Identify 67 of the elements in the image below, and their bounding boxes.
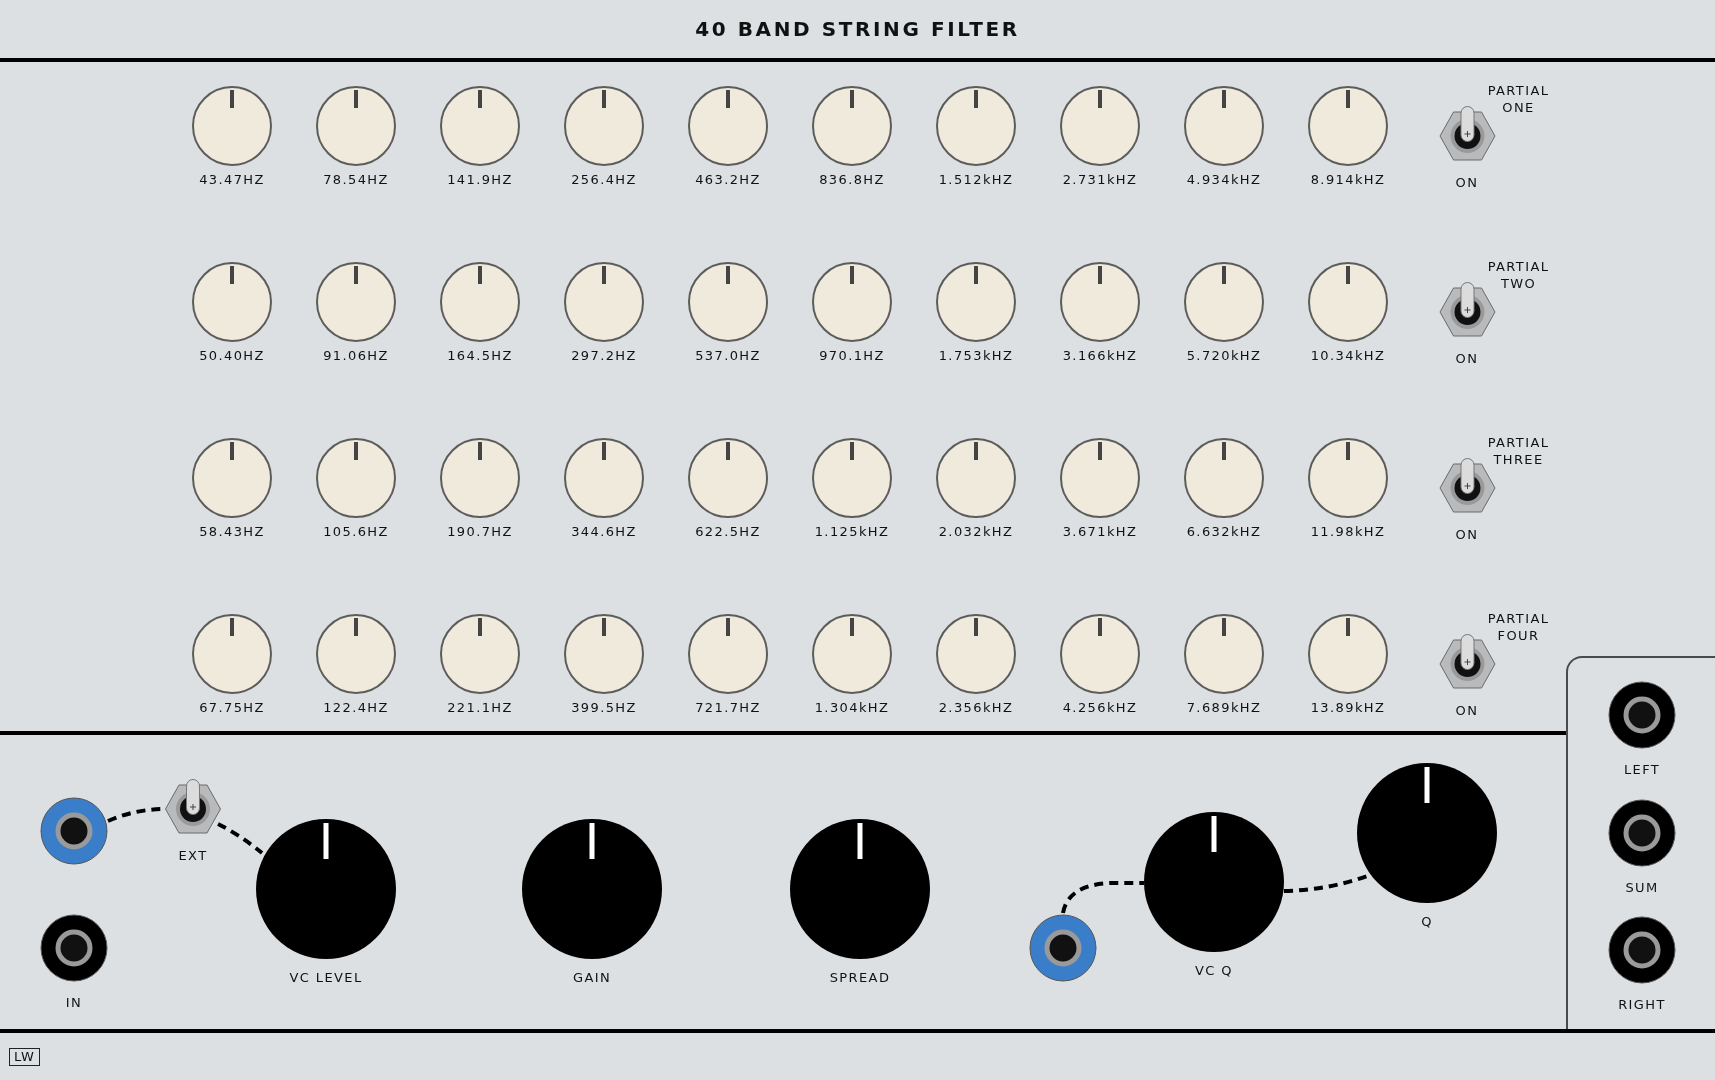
frequency-label: 1.512kHZ (938, 172, 1014, 188)
partial-label: PARTIAL TWO (1487, 258, 1550, 293)
frequency-label: 13.89kHZ (1310, 700, 1386, 716)
switch-label: ON (1455, 351, 1479, 367)
frequency-label: 164.5HZ (447, 348, 513, 364)
frequency-label: 3.166kHZ (1062, 348, 1138, 364)
frequency-label: 297.2HZ (571, 348, 637, 364)
jack-socket[interactable] (1608, 916, 1676, 984)
frequency-label: 141.9HZ (447, 172, 513, 188)
partial-label: PARTIAL FOUR (1487, 610, 1550, 645)
frequency-label: 6.632kHZ (1186, 524, 1262, 540)
jack-socket[interactable] (1029, 914, 1097, 982)
frequency-label: 43.47HZ (199, 172, 265, 188)
jack-label: IN (65, 995, 83, 1011)
frequency-label: 3.671kHZ (1062, 524, 1138, 540)
switch-label: EXT (178, 848, 208, 864)
frequency-label: 5.720kHZ (1186, 348, 1262, 364)
frequency-label: 1.125kHZ (814, 524, 890, 540)
frequency-label: 970.1HZ (819, 348, 885, 364)
patch-line (217, 822, 264, 855)
frequency-label: 721.7HZ (695, 700, 761, 716)
switch-label: ON (1455, 527, 1479, 543)
frequency-label: 7.689kHZ (1186, 700, 1262, 716)
partial-label: PARTIAL THREE (1487, 434, 1550, 469)
frequency-label: 399.5HZ (571, 700, 637, 716)
frequency-label: 58.43HZ (199, 524, 265, 540)
knob-label: SPREAD (829, 970, 891, 986)
frequency-label: 2.731kHZ (1062, 172, 1138, 188)
frequency-label: 537.0HZ (695, 348, 761, 364)
frequency-label: 2.356kHZ (938, 700, 1014, 716)
frequency-label: 8.914kHZ (1310, 172, 1386, 188)
frequency-label: 463.2HZ (695, 172, 761, 188)
frequency-label: 105.6HZ (323, 524, 389, 540)
frequency-label: 10.34kHZ (1310, 348, 1386, 364)
frequency-label: 91.06HZ (323, 348, 389, 364)
frequency-label: 1.753kHZ (938, 348, 1014, 364)
frequency-label: 836.8HZ (819, 172, 885, 188)
knob-label: VC LEVEL (289, 970, 363, 986)
jack-label: SUM (1625, 880, 1659, 896)
frequency-label: 78.54HZ (323, 172, 389, 188)
knob-label: VC Q (1195, 963, 1233, 979)
frequency-label: 2.032kHZ (938, 524, 1014, 540)
frequency-label: 122.4HZ (323, 700, 389, 716)
frequency-label: 67.75HZ (199, 700, 265, 716)
frequency-label: 4.934kHZ (1186, 172, 1262, 188)
knob-label: Q (1421, 914, 1433, 930)
module-title: 40 BAND STRING FILTER (695, 17, 1020, 41)
jack-label: RIGHT (1618, 997, 1666, 1013)
frequency-label: 622.5HZ (695, 524, 761, 540)
brand-logo: LW (9, 1047, 40, 1066)
partial-label: PARTIAL ONE (1487, 82, 1550, 117)
jack-socket[interactable] (1608, 681, 1676, 749)
jack-label: LEFT (1623, 762, 1661, 778)
jack-socket[interactable] (40, 797, 108, 865)
frequency-label: 50.40HZ (199, 348, 265, 364)
frequency-label: 1.304kHZ (814, 700, 890, 716)
frequency-label: 4.256kHZ (1062, 700, 1138, 716)
jack-socket[interactable] (40, 914, 108, 982)
frequency-label: 221.1HZ (447, 700, 513, 716)
frequency-label: 11.98kHZ (1310, 524, 1386, 540)
switch-label: ON (1455, 175, 1479, 191)
frequency-label: 190.7HZ (447, 524, 513, 540)
frequency-label: 256.4HZ (571, 172, 637, 188)
knob-label: GAIN (572, 970, 612, 986)
switch-label: ON (1455, 703, 1479, 719)
jack-socket[interactable] (1608, 799, 1676, 867)
frequency-label: 344.6HZ (571, 524, 637, 540)
